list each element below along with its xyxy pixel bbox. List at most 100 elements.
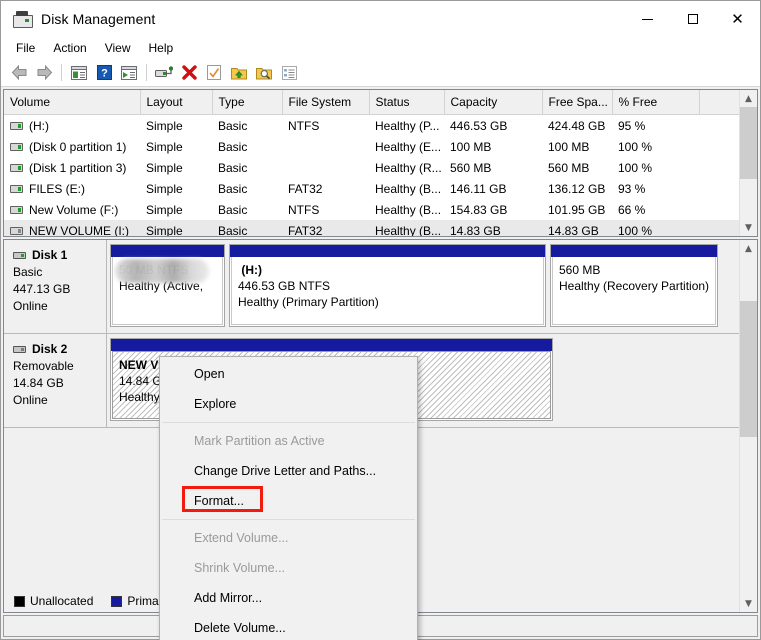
scroll-track[interactable] xyxy=(740,107,757,219)
maximize-button[interactable] xyxy=(670,1,715,37)
context-menu-item-format[interactable]: Format... xyxy=(160,486,417,516)
cell-capacity: 154.83 GB xyxy=(444,199,542,220)
column-header-capacity[interactable]: Capacity xyxy=(444,90,542,115)
cell-percent-free: 66 % xyxy=(612,199,699,220)
column-header-free-space[interactable]: Free Spa... xyxy=(542,90,612,115)
cell-layout: Simple xyxy=(140,157,212,178)
column-header-status[interactable]: Status xyxy=(369,90,444,115)
cell-blank xyxy=(699,136,739,157)
context-menu-item-extend-volume: Extend Volume... xyxy=(160,523,417,553)
menu-view[interactable]: View xyxy=(96,39,140,57)
scroll-track[interactable] xyxy=(740,257,757,595)
rescan-disks-button[interactable] xyxy=(152,61,176,84)
disk-1-state: Online xyxy=(13,298,106,315)
cell-free-space: 100 MB xyxy=(542,136,612,157)
find-button[interactable] xyxy=(252,61,276,84)
partition-color-bar xyxy=(111,245,224,257)
close-button[interactable]: ✕ xyxy=(715,1,760,37)
primary-partition-color-swatch xyxy=(111,596,122,607)
disk-2-name: Disk 2 xyxy=(32,341,67,358)
volume-table: Volume Layout Type File System Status Ca… xyxy=(4,90,739,236)
cell-type: Basic xyxy=(212,115,282,137)
volume-icon xyxy=(10,206,23,214)
column-header-volume[interactable]: Volume xyxy=(4,90,140,115)
cell-layout: Simple xyxy=(140,220,212,236)
context-menu-item-add-mirror[interactable]: Add Mirror... xyxy=(160,583,417,613)
maximize-icon xyxy=(688,14,698,24)
volume-icon xyxy=(10,227,23,235)
back-arrow-icon xyxy=(11,65,28,80)
partition-disk1-h[interactable]: (H:) 446.53 GB NTFS Healthy (Primary Par… xyxy=(229,244,546,327)
disk-2-name-line: Disk 2 xyxy=(13,341,106,358)
cell-type: Basic xyxy=(212,136,282,157)
show-hide-console-tree-button[interactable] xyxy=(67,61,91,84)
cell-volume: (H:) xyxy=(4,115,140,137)
toolbar-separator-1 xyxy=(61,64,62,81)
disk-1-info[interactable]: Disk 1 Basic 447.13 GB Online xyxy=(4,240,107,333)
back-button[interactable] xyxy=(7,61,31,84)
table-row[interactable]: New Volume (F:) Simple Basic NTFS Health… xyxy=(4,199,739,220)
window-title: Disk Management xyxy=(41,11,155,27)
scroll-thumb[interactable] xyxy=(740,107,757,179)
help-question-icon: ? xyxy=(97,65,112,80)
help-button[interactable]: ? xyxy=(92,61,116,84)
redaction-blur-overlay xyxy=(115,259,209,283)
column-header-layout[interactable]: Layout xyxy=(140,90,212,115)
toolbar-separator-2 xyxy=(146,64,147,81)
volume-list-scroll-area: Volume Layout Type File System Status Ca… xyxy=(4,90,739,236)
column-header-file-system[interactable]: File System xyxy=(282,90,369,115)
partition-label: (H:) xyxy=(241,263,262,277)
table-row[interactable]: FILES (E:) Simple Basic FAT32 Healthy (B… xyxy=(4,178,739,199)
legend-item-unallocated: Unallocated xyxy=(14,594,93,608)
disk-1-name-line: Disk 1 xyxy=(13,247,106,264)
column-header-blank[interactable] xyxy=(699,90,739,115)
context-menu-item-open[interactable]: Open xyxy=(160,359,417,389)
list-view-icon xyxy=(282,66,297,80)
scroll-thumb[interactable] xyxy=(740,301,757,437)
menu-help[interactable]: Help xyxy=(140,39,183,57)
export-list-button[interactable] xyxy=(227,61,251,84)
cell-blank xyxy=(699,178,739,199)
disk-1-name: Disk 1 xyxy=(32,247,67,264)
show-hide-action-pane-button[interactable] xyxy=(117,61,141,84)
window-controls: ✕ xyxy=(625,1,760,37)
cell-blank xyxy=(699,157,739,178)
disk-2-type: Removable xyxy=(13,358,106,375)
column-header-type[interactable]: Type xyxy=(212,90,282,115)
cell-status: Healthy (B... xyxy=(369,178,444,199)
cell-type: Basic xyxy=(212,220,282,236)
scroll-down-arrow-icon[interactable]: ▼ xyxy=(740,219,757,236)
properties-button[interactable] xyxy=(202,61,226,84)
delete-button[interactable] xyxy=(177,61,201,84)
toolbar: ? xyxy=(1,59,760,87)
scroll-down-arrow-icon[interactable]: ▼ xyxy=(740,595,757,612)
view-list-button[interactable] xyxy=(277,61,301,84)
delete-red-x-icon xyxy=(182,65,197,80)
rescan-disks-icon xyxy=(155,66,173,80)
partition-color-bar xyxy=(551,245,717,257)
cell-blank xyxy=(699,220,739,236)
disk-pane-vertical-scrollbar[interactable]: ▲ ▼ xyxy=(739,240,757,612)
context-menu-item-explore[interactable]: Explore xyxy=(160,389,417,419)
menu-file[interactable]: File xyxy=(7,39,44,57)
partition-disk1-recovery[interactable]: 560 MB Healthy (Recovery Partition) xyxy=(550,244,718,327)
scroll-up-arrow-icon[interactable]: ▲ xyxy=(740,90,757,107)
disk-drive-icon xyxy=(13,11,33,27)
forward-button[interactable] xyxy=(32,61,56,84)
cell-percent-free: 93 % xyxy=(612,178,699,199)
minimize-button[interactable] xyxy=(625,1,670,37)
partition-disk1-system[interactable]: 50 MB NTFS Healthy (Active, xyxy=(110,244,225,327)
table-row[interactable]: (Disk 1 partition 3) Simple Basic Health… xyxy=(4,157,739,178)
table-row[interactable]: (Disk 0 partition 1) Simple Basic Health… xyxy=(4,136,739,157)
menu-action[interactable]: Action xyxy=(44,39,95,57)
show-hide-console-tree-icon xyxy=(71,66,87,80)
table-row-selected[interactable]: NEW VOLUME (I:) Simple Basic FAT32 Healt… xyxy=(4,220,739,236)
table-row[interactable]: (H:) Simple Basic NTFS Healthy (P... 446… xyxy=(4,115,739,137)
column-header-percent-free[interactable]: % Free xyxy=(612,90,699,115)
cell-percent-free: 100 % xyxy=(612,220,699,236)
context-menu-item-delete-volume[interactable]: Delete Volume... xyxy=(160,613,417,640)
context-menu-item-change-drive-letter-and-paths[interactable]: Change Drive Letter and Paths... xyxy=(160,456,417,486)
scroll-up-arrow-icon[interactable]: ▲ xyxy=(740,240,757,257)
disk-2-info[interactable]: Disk 2 Removable 14.84 GB Online xyxy=(4,334,107,427)
volume-list-vertical-scrollbar[interactable]: ▲ ▼ xyxy=(739,90,757,236)
